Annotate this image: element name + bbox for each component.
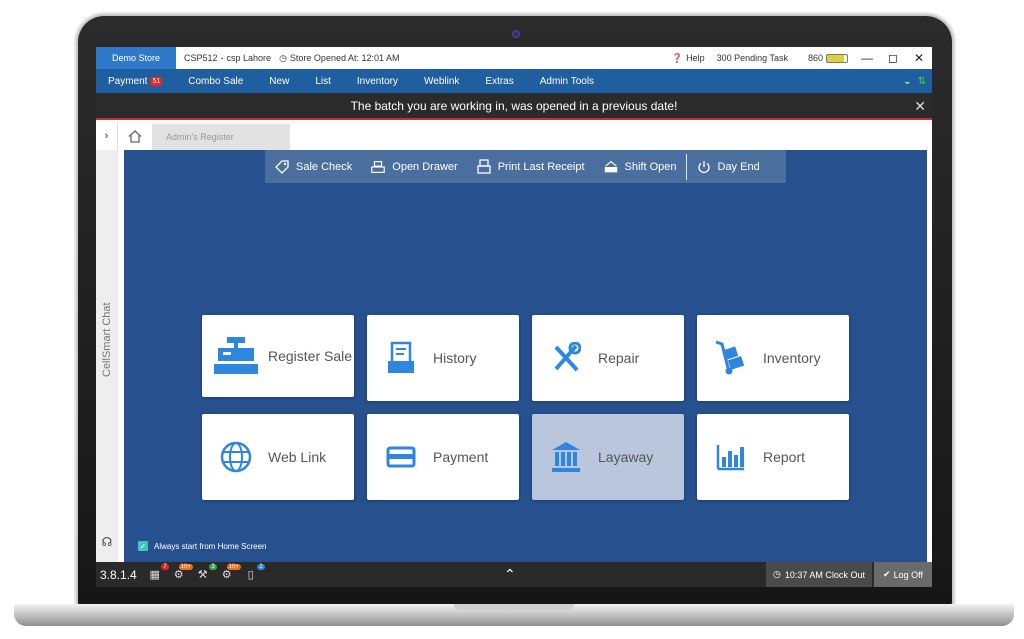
minimize-icon[interactable]: — — [860, 51, 874, 65]
menu-payment[interactable]: Payment 51 — [108, 76, 163, 87]
hand-truck-icon — [707, 334, 755, 382]
status-badge: 10+ — [226, 563, 241, 570]
open-sign-icon — [603, 159, 619, 175]
bank-icon — [542, 433, 590, 481]
tile-history[interactable]: History — [367, 315, 519, 401]
ticket-status-icon[interactable]: ⚙ 10+ — [169, 563, 193, 583]
maximize-icon[interactable]: ◻ — [886, 51, 900, 65]
menu-extras[interactable]: Extras — [485, 76, 513, 87]
open-drawer-button[interactable]: Open Drawer — [361, 150, 466, 183]
menu-list[interactable]: List — [315, 76, 331, 87]
tile-register-sale[interactable]: Register Sale — [202, 315, 354, 397]
menu-admin-tools[interactable]: Admin Tools — [540, 76, 594, 87]
always-start-label: Always start from Home Screen — [154, 541, 267, 551]
app-window: Demo Store CSP512 - csp Lahore ◷ Store O… — [96, 47, 932, 587]
headset-icon[interactable]: ☊ — [98, 535, 116, 555]
clock-icon: ◷ — [773, 569, 781, 579]
battery-icon — [826, 53, 848, 63]
chevron-down-icon[interactable]: ⌄ — [903, 76, 911, 87]
status-icons: ▦ 7 ⚙ 10+ ⚒ 3 ⚙ 10+ ▯ 2 — [145, 563, 265, 583]
day-end-button[interactable]: Day End — [687, 150, 769, 183]
history-icon — [377, 334, 425, 382]
tile-report[interactable]: Report — [697, 414, 849, 500]
store-opened: ◷ Store Opened At: 12:01 AM — [279, 52, 400, 64]
menu-bar: Payment 51 Combo Sale New List Inventory… — [96, 69, 932, 93]
status-bar: 3.8.1.4 ▦ 7 ⚙ 10+ ⚒ 3 ⚙ 10+ ▯ 2 ⌃ ◷ 10:37 AM … — [96, 562, 932, 587]
menu-combo-sale[interactable]: Combo Sale — [188, 76, 243, 87]
menu-inventory[interactable]: Inventory — [357, 76, 398, 87]
home-tiles: Register Sale History Repair Inventory W… — [202, 268, 852, 500]
card-icon — [377, 433, 425, 481]
payment-badge: 51 — [150, 76, 163, 86]
status-badge: 7 — [161, 563, 169, 570]
laptop-notch — [454, 604, 574, 610]
tile-inventory[interactable]: Inventory — [697, 315, 849, 401]
home-workspace: Sale Check Open Drawer Print Last Receip… — [124, 150, 927, 562]
chat-sidebar: CellSmart Chat ☊ — [96, 150, 118, 562]
alert-message: The batch you are working in, was opened… — [350, 98, 678, 113]
power-icon — [696, 159, 712, 175]
menu-weblink[interactable]: Weblink — [424, 76, 459, 87]
globe-icon — [212, 433, 260, 481]
help-button[interactable]: ❓ Help — [672, 53, 705, 64]
close-icon[interactable]: ✕ — [912, 51, 926, 65]
always-start-checkbox[interactable]: ✓ — [138, 541, 148, 551]
battery-status: 860 — [808, 53, 848, 63]
tile-web-link[interactable]: Web Link — [202, 414, 354, 500]
webcam-icon — [512, 30, 520, 38]
store-code: CSP512 - csp Lahore — [184, 53, 272, 63]
always-start-row: ✓ Always start from Home Screen — [138, 541, 266, 551]
pending-tasks[interactable]: 300 Pending Task — [717, 53, 788, 63]
sync-icon[interactable]: ⇅ — [918, 76, 926, 87]
register-status-icon[interactable]: ▦ 7 — [145, 563, 169, 583]
printer-icon — [476, 158, 492, 175]
home-icon[interactable] — [118, 122, 152, 150]
store-badge[interactable]: Demo Store — [96, 47, 176, 69]
status-badge: 2 — [257, 563, 265, 570]
status-badge: 3 — [209, 563, 217, 570]
alert-close-icon[interactable]: ✕ — [914, 98, 926, 115]
menu-new[interactable]: New — [269, 76, 289, 87]
home-svg — [128, 129, 142, 143]
repair-status-icon[interactable]: ⚒ 3 — [193, 563, 217, 583]
app-version: 3.8.1.4 — [100, 567, 137, 582]
clock-out-button[interactable]: ◷ 10:37 AM Clock Out — [766, 562, 872, 587]
tile-layaway[interactable]: Layaway — [532, 414, 684, 500]
chat-label[interactable]: CellSmart Chat — [98, 290, 116, 390]
title-bar: Demo Store CSP512 - csp Lahore ◷ Store O… — [96, 47, 932, 69]
sale-check-button[interactable]: Sale Check — [265, 150, 361, 183]
laptop-base — [14, 604, 1014, 626]
shift-open-button[interactable]: Shift Open — [594, 150, 686, 183]
tabs-row: › Admin's Register — [96, 122, 932, 150]
drawer-icon — [370, 159, 386, 175]
log-off-button[interactable]: ✔ Log Off — [874, 562, 932, 587]
chevron-right-icon[interactable]: › — [96, 122, 118, 150]
alert-bar: The batch you are working in, was opened… — [96, 93, 932, 120]
quick-toolbar: Sale Check Open Drawer Print Last Receip… — [265, 150, 786, 183]
check-icon: ✔ — [883, 569, 891, 579]
help-icon: ❓ — [671, 52, 684, 63]
phone-status-icon[interactable]: ▯ 2 — [241, 563, 265, 583]
bar-chart-icon — [707, 433, 755, 481]
clock-icon: ◷ — [279, 52, 287, 63]
cash-register-icon — [212, 332, 260, 380]
tag-icon — [274, 159, 290, 175]
tab-admin-register[interactable]: Admin's Register — [152, 124, 290, 150]
print-last-receipt-button[interactable]: Print Last Receipt — [467, 150, 594, 183]
tile-repair[interactable]: Repair — [532, 315, 684, 401]
tile-payment[interactable]: Payment — [367, 414, 519, 500]
notification-status-icon[interactable]: ⚙ 10+ — [217, 563, 241, 583]
tools-icon — [542, 334, 590, 382]
status-badge: 10+ — [178, 563, 193, 570]
chevron-up-icon[interactable]: ⌃ — [504, 566, 516, 583]
